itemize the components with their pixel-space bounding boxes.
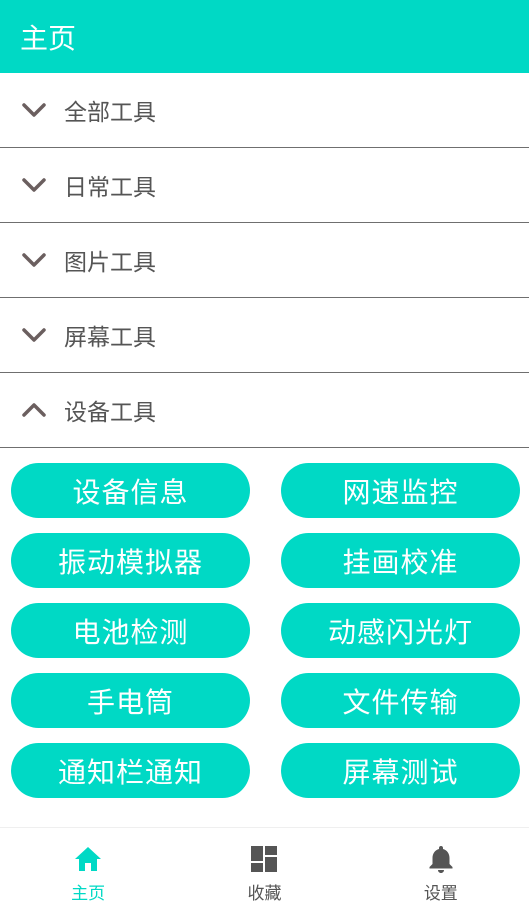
strobe-light-button[interactable]: 动感闪光灯 [281, 603, 520, 658]
vibration-simulator-button[interactable]: 振动模拟器 [11, 533, 250, 588]
nav-label: 主页 [71, 884, 106, 904]
tool-sections: 全部工具 日常工具 图片工具 屏幕工具 设备工具 [0, 73, 529, 448]
app-root: 主页 全部工具 日常工具 图片工具 屏幕工具 设备工具 设备信息 网速监控 振动… [0, 0, 529, 908]
section-label: 日常工具 [64, 175, 156, 201]
section-daily-tools[interactable]: 日常工具 [0, 148, 529, 223]
battery-check-button[interactable]: 电池检测 [11, 603, 250, 658]
device-info-button[interactable]: 设备信息 [11, 463, 250, 518]
nav-label: 收藏 [247, 884, 282, 904]
section-label: 设备工具 [64, 400, 156, 426]
page-title: 主页 [20, 21, 77, 55]
app-header: 主页 [0, 0, 529, 73]
bottom-nav: 主页 收藏 设置 [0, 827, 529, 908]
nav-home[interactable]: 主页 [0, 828, 176, 908]
notification-bar-notify-button[interactable]: 通知栏通知 [11, 743, 250, 798]
section-device-tools[interactable]: 设备工具 [0, 373, 529, 448]
device-tools-grid: 设备信息 网速监控 振动模拟器 挂画校准 电池检测 动感闪光灯 手电筒 文件传输… [11, 463, 520, 798]
dashboard-icon [249, 844, 279, 874]
chevron-up-icon [20, 396, 48, 424]
nav-favorites[interactable]: 收藏 [176, 828, 352, 908]
network-speed-monitor-button[interactable]: 网速监控 [281, 463, 520, 518]
chevron-down-icon [20, 321, 48, 349]
picture-level-calibration-button[interactable]: 挂画校准 [281, 533, 520, 588]
nav-settings[interactable]: 设置 [353, 828, 529, 908]
file-transfer-button[interactable]: 文件传输 [281, 673, 520, 728]
section-image-tools[interactable]: 图片工具 [0, 223, 529, 298]
flashlight-button[interactable]: 手电筒 [11, 673, 250, 728]
chevron-down-icon [20, 171, 48, 199]
section-screen-tools[interactable]: 屏幕工具 [0, 298, 529, 373]
chevron-down-icon [20, 96, 48, 124]
section-label: 图片工具 [64, 250, 156, 276]
screen-test-button[interactable]: 屏幕测试 [281, 743, 520, 798]
chevron-down-icon [20, 246, 48, 274]
bell-icon [426, 844, 456, 874]
section-all-tools[interactable]: 全部工具 [0, 73, 529, 148]
nav-label: 设置 [423, 884, 458, 904]
section-label: 全部工具 [64, 100, 156, 126]
home-icon [73, 844, 103, 874]
section-label: 屏幕工具 [64, 325, 156, 351]
